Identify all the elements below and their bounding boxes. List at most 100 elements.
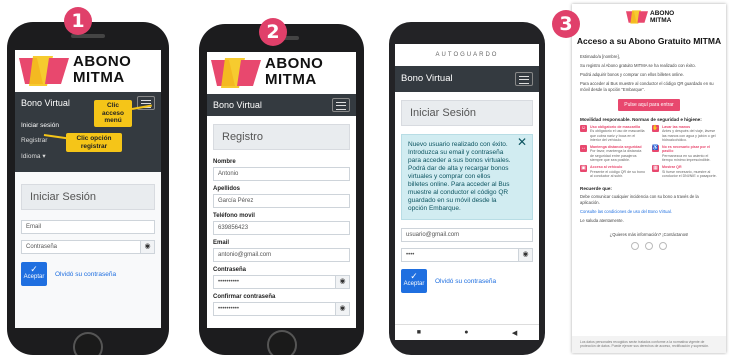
mail-icon[interactable]: [645, 242, 653, 251]
login-title: Iniciar Sesión: [401, 100, 533, 126]
menu-item-login[interactable]: Iniciar sesión: [21, 118, 155, 133]
step-badge-1: 1: [64, 7, 92, 35]
mask-icon: ☺: [580, 125, 587, 132]
phone-step-2: ABONO MITMA Bono Virtual Registro Nombre…: [199, 24, 364, 355]
email-paragraph: Podrá adquirir bonos y comprar con ellos…: [580, 72, 685, 77]
logo-line-1: ABONO: [265, 55, 324, 72]
navbar: Bono Virtual: [207, 94, 356, 116]
email-title: Acceso a su Abono Gratuito MITMA: [576, 36, 722, 46]
email-greeting: Estimado/a [nombre],: [580, 54, 620, 59]
field-label: Contraseña: [213, 267, 247, 273]
rule-item: ▦ Mostrar QR Si fuese necesario, muestre a…: [652, 165, 717, 178]
android-nav-bar: ■ ● ◀: [395, 324, 539, 340]
accept-button[interactable]: Aceptar: [401, 269, 427, 293]
navbar: Bono Virtual: [15, 92, 161, 114]
step-badge-3: 3: [552, 10, 580, 38]
hamburger-menu-icon[interactable]: [515, 72, 533, 86]
home-button: [266, 330, 297, 355]
email-input[interactable]: Email: [21, 220, 155, 234]
logo-line-1: ABONO: [650, 10, 675, 17]
navbar-title[interactable]: Bono Virtual: [401, 73, 453, 84]
email-input[interactable]: antonio@gmail.com: [213, 248, 350, 262]
email-input[interactable]: usuario@gmail.com: [401, 228, 533, 242]
eye-icon[interactable]: ◉: [518, 249, 532, 261]
phone-step-3: AUTOGUARDO Bono Virtual Iniciar Sesión N…: [389, 22, 545, 355]
social-icons: [572, 242, 726, 251]
rule-item: ♿ No es necesario pisar por el pasillo Per…: [652, 145, 711, 163]
login-title: Iniciar Sesión: [21, 184, 155, 210]
home-button: [73, 332, 103, 355]
step-badge-2: 2: [259, 18, 287, 46]
tutorial-collage: 1 2 3 ABONO MITMA Bono Virtual Iniciar s…: [0, 0, 729, 355]
phone-input[interactable]: 639856423: [213, 221, 350, 235]
qr-icon: ▦: [652, 165, 659, 173]
register-title: Registro: [213, 124, 350, 150]
login-panel: Iniciar Sesión Nuevo usuario realizado c…: [395, 92, 539, 293]
email-paragraph: Su registro al Abono gratuito MITMA se h…: [580, 63, 696, 68]
rule-item: ▣ Acceso al vehículo Presente el código QR…: [580, 165, 645, 178]
password-input[interactable]: Contraseña ◉: [21, 240, 155, 254]
register-form: Registro Nombre Antonio Apellidos García…: [207, 116, 356, 316]
close-icon[interactable]: ✕: [517, 136, 527, 148]
eye-icon[interactable]: ◉: [335, 276, 349, 288]
email-footer: Los datos personales recogidos serán tra…: [572, 335, 726, 353]
login-panel: Iniciar Sesión Email Contraseña ◉ Acepta…: [15, 172, 161, 328]
phone3-screen: AUTOGUARDO Bono Virtual Iniciar Sesión N…: [395, 44, 539, 340]
bus-icon: ▣: [580, 165, 587, 173]
abono-mitma-logo: ABONO MITMA: [207, 52, 356, 94]
phone1-screen: ABONO MITMA Bono Virtual Iniciar sesión …: [15, 50, 161, 328]
rule-item: ☺ Uso obligatorio de mascarilla Es obligat…: [580, 125, 645, 142]
surname-input[interactable]: García Pérez: [213, 194, 350, 208]
hamburger-menu-icon[interactable]: [332, 98, 350, 112]
password-value: ••••: [406, 252, 415, 258]
confirm-password-value: ••••••••••: [218, 306, 240, 312]
confirm-password-input[interactable]: •••••••••• ◉: [213, 302, 350, 316]
questions-text: ¿Quieres más información? ¡Contáctanos!: [609, 232, 689, 238]
field-label: Confirmar contraseña: [213, 294, 276, 300]
logo-line-1: ABONO: [73, 53, 132, 70]
field-label: Nombre: [213, 159, 236, 165]
phone-icon[interactable]: [659, 242, 667, 251]
phone-step-1: ABONO MITMA Bono Virtual Iniciar sesión …: [7, 22, 169, 355]
callout-menu: Clic acceso menú: [94, 100, 132, 127]
callout-register: Clic opción registrar: [66, 133, 122, 152]
success-alert: Nuevo usuario realizado con éxito. Intro…: [401, 134, 533, 220]
hands-icon: ✋: [652, 125, 659, 132]
eye-icon[interactable]: ◉: [140, 241, 154, 253]
recent-apps-icon[interactable]: ■: [417, 329, 421, 336]
forgot-password-link[interactable]: Olvidó su contraseña: [435, 278, 496, 285]
remember-heading: Recuerde que:: [580, 186, 612, 192]
rule-item: ✋ Lavar las manos Antes y después del viaj…: [652, 125, 716, 142]
field-label: Apellidos: [213, 186, 241, 192]
phone2-screen: ABONO MITMA Bono Virtual Registro Nombre…: [207, 52, 356, 328]
distance-icon: ↔: [580, 145, 587, 153]
password-input[interactable]: •••••••••• ◉: [213, 275, 350, 289]
name-input[interactable]: Antonio: [213, 167, 350, 181]
logo-mark-icon: [19, 56, 69, 86]
navbar: Bono Virtual: [395, 66, 539, 92]
password-input[interactable]: •••• ◉: [401, 248, 533, 262]
web-icon[interactable]: [631, 242, 639, 251]
navbar-title[interactable]: Bono Virtual: [213, 100, 262, 110]
abono-mitma-logo: ABONO MITMA: [15, 50, 161, 92]
header-caption: AUTOGUARDO: [395, 44, 539, 66]
password-value: ••••••••••: [218, 279, 240, 285]
logo-line-2: MITMA: [73, 69, 125, 86]
email-paragraph: Para acceder al Bus muestre al conductor…: [580, 81, 714, 92]
navbar-title[interactable]: Bono Virtual: [21, 98, 70, 108]
eye-icon[interactable]: ◉: [335, 303, 349, 315]
alert-text: Nuevo usuario realizado con éxito. Intro…: [408, 141, 511, 212]
goodbye-text: Le saluda atentamente.: [580, 218, 624, 224]
confirmation-email: ABONO MITMA Acceso a su Abono Gratuito M…: [572, 4, 726, 353]
conditions-link[interactable]: Consulte las condiciones de uso del Bono…: [572, 209, 726, 215]
enter-button[interactable]: Pulse aquí para entrar: [618, 99, 680, 111]
field-label: Email: [213, 240, 230, 246]
remember-text: Debe comunicar cualquier incidencia con …: [580, 194, 699, 206]
email-logo: ABONO MITMA: [572, 4, 726, 30]
logo-line-2: MITMA: [265, 71, 317, 88]
rule-item: ↔ Mantenga distancia seguridad Por favor, …: [580, 145, 642, 163]
back-icon[interactable]: ◀: [512, 329, 517, 337]
home-icon[interactable]: ●: [464, 329, 468, 336]
accept-button[interactable]: Aceptar: [21, 262, 47, 286]
forgot-password-link[interactable]: Olvidó su contraseña: [55, 271, 116, 278]
